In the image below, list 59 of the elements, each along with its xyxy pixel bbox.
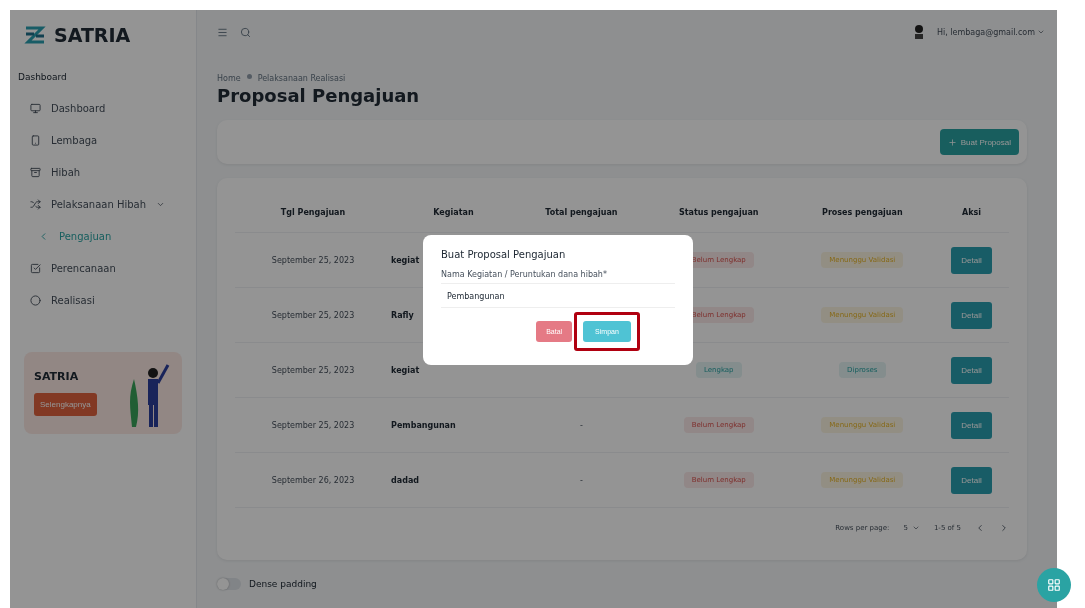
sidebar-item[interactable]: Perencanaan xyxy=(10,252,196,284)
promo-title: SATRIA xyxy=(34,370,80,383)
sidebar-item[interactable]: Hibah xyxy=(10,156,196,188)
dialog-title: Buat Proposal Pengajuan xyxy=(441,249,567,260)
table-cell: September 25, 2023 xyxy=(271,310,355,320)
column-header: Status pengajuan xyxy=(646,192,791,233)
caret-icon xyxy=(911,524,920,532)
monitor-icon xyxy=(30,102,41,114)
detail-button[interactable]: Detail xyxy=(951,411,992,439)
phone-icon xyxy=(30,134,41,146)
table-cell: Rafly xyxy=(391,310,414,320)
detail-button[interactable]: Detail xyxy=(951,466,992,494)
table-cell: September 25, 2023 xyxy=(271,420,355,430)
plus-icon xyxy=(947,137,957,147)
grid-fab-button[interactable] xyxy=(1037,568,1071,602)
breadcrumb-item[interactable]: Home xyxy=(217,74,241,83)
archive-icon xyxy=(30,166,41,178)
sidebar-item[interactable]: Lembaga xyxy=(10,124,196,156)
detail-button[interactable]: Detail xyxy=(951,356,992,384)
table-cell: kegiat xyxy=(391,365,420,375)
column-header: Aksi xyxy=(934,192,1009,233)
user-menu[interactable]: Hi, lembaga@gmail.com xyxy=(936,27,1045,37)
promo-button[interactable]: Selengkapnya xyxy=(34,393,97,416)
column-header: Proses pengajuan xyxy=(790,192,935,233)
previous-page-icon[interactable] xyxy=(975,523,985,533)
table-cell: kegiat xyxy=(391,255,420,265)
column-header: Tgl Pengajuan xyxy=(235,192,392,233)
grid-icon xyxy=(1047,578,1061,592)
table-cell: September 26, 2023 xyxy=(271,475,355,485)
column-header: Total pengajuan xyxy=(515,192,647,233)
brand-name: SATRIA xyxy=(54,24,131,46)
avatar-icon[interactable] xyxy=(912,24,925,40)
circle-icon xyxy=(30,294,41,306)
breadcrumb-separator-icon xyxy=(246,74,252,79)
next-page-icon[interactable] xyxy=(999,523,1009,533)
dense-padding-label: Dense padding xyxy=(249,579,317,589)
sidebar-item[interactable]: Pengajuan xyxy=(10,220,196,252)
dense-padding-switch[interactable] xyxy=(217,578,241,590)
table-cell: - xyxy=(579,475,583,485)
table-cell: September 25, 2023 xyxy=(271,255,355,265)
checkbox-icon xyxy=(30,262,41,274)
caret-icon xyxy=(1037,28,1045,36)
table-cell: September 25, 2023 xyxy=(271,365,355,375)
table-cell: - xyxy=(579,420,583,430)
search-icon[interactable] xyxy=(240,26,251,38)
new-proposal-button[interactable]: Buat Proposal xyxy=(939,129,1019,155)
shuffle-icon xyxy=(30,198,41,210)
breadcrumb-item[interactable]: Pelaksanaan Realisasi xyxy=(257,74,346,83)
sidebar-section-label: Dashboard xyxy=(17,72,68,84)
sidebar-item[interactable]: Dashboard xyxy=(10,92,196,124)
sidebar-item[interactable]: Realisasi xyxy=(10,284,196,316)
detail-button[interactable]: Detail xyxy=(951,246,992,274)
table-cell: Pembangunan xyxy=(391,420,456,430)
menu-icon[interactable] xyxy=(217,26,228,38)
column-header: Kegiatan xyxy=(391,192,516,233)
sidebar-item[interactable]: Pelaksanaan Hibah xyxy=(10,188,196,220)
detail-button[interactable]: Detail xyxy=(951,301,992,329)
table-cell: dadad xyxy=(391,475,420,485)
page-title: Proposal Pengajuan xyxy=(217,85,421,106)
